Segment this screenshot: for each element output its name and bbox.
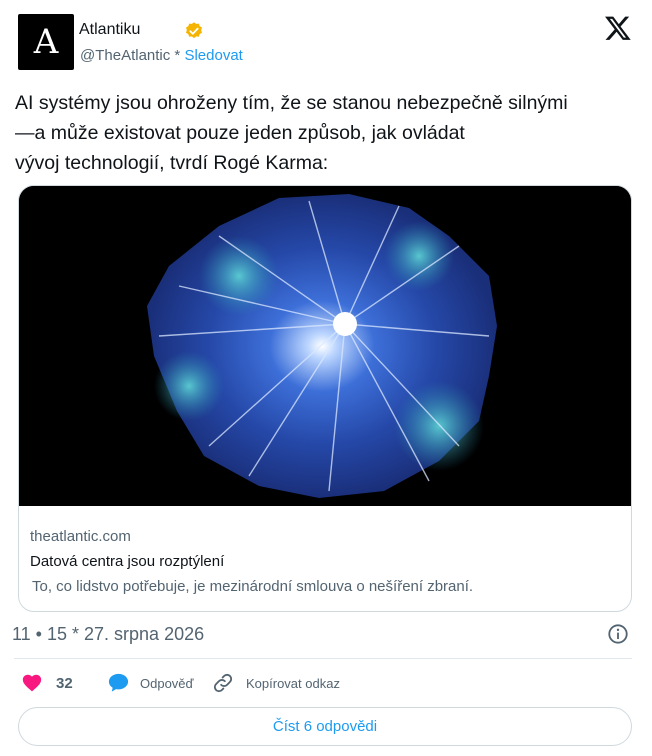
tweet-line: —a může existovat pouze jeden způsob, ja… bbox=[15, 122, 465, 144]
avatar-letter: A bbox=[33, 22, 59, 62]
avatar[interactable]: A bbox=[18, 14, 74, 70]
tweet-line: vývoj technologií, tvrdí Rogé Karma: bbox=[15, 152, 329, 174]
follow-button[interactable]: Sledovat bbox=[184, 47, 242, 64]
link-card[interactable]: theatlantic.com Datová centra jsou rozpt… bbox=[18, 185, 632, 612]
heart-icon[interactable] bbox=[21, 672, 43, 694]
card-domain[interactable]: theatlantic.com bbox=[30, 528, 131, 545]
info-icon[interactable] bbox=[607, 623, 629, 645]
reply-bubble-icon[interactable] bbox=[107, 671, 130, 694]
tweet-line: AI systémy jsou ohroženy tím, že se stan… bbox=[15, 92, 568, 114]
divider bbox=[14, 658, 632, 659]
reply-button[interactable]: Odpověď bbox=[140, 676, 194, 691]
author-name[interactable]: Atlantiku bbox=[79, 21, 140, 39]
x-logo-icon[interactable] bbox=[604, 14, 632, 42]
like-count[interactable]: 32 bbox=[56, 675, 73, 692]
card-title[interactable]: Datová centra jsou rozptýlení bbox=[30, 553, 224, 570]
link-icon[interactable] bbox=[212, 672, 234, 694]
card-description: To, co lidstvo potřebuje, je mezinárodní… bbox=[32, 578, 474, 595]
tweet-timestamp[interactable]: 11 • 15 * 27. srpna 2026 bbox=[12, 624, 204, 645]
author-handle[interactable]: @TheAtlantic bbox=[80, 47, 170, 64]
read-replies-button[interactable]: Číst 6 odpovědi bbox=[18, 707, 632, 746]
separator: * bbox=[170, 47, 185, 64]
handle-line: @TheAtlantic * Sledovat bbox=[80, 47, 243, 64]
tweet-text: AI systémy jsou ohroženy tím, že se stan… bbox=[15, 88, 635, 178]
verified-badge-icon bbox=[186, 22, 202, 39]
copy-link-button[interactable]: Kopírovat odkaz bbox=[246, 676, 340, 691]
action-bar: 32 Odpověď Kopírovat odkaz bbox=[0, 670, 652, 698]
card-image[interactable] bbox=[19, 186, 631, 506]
